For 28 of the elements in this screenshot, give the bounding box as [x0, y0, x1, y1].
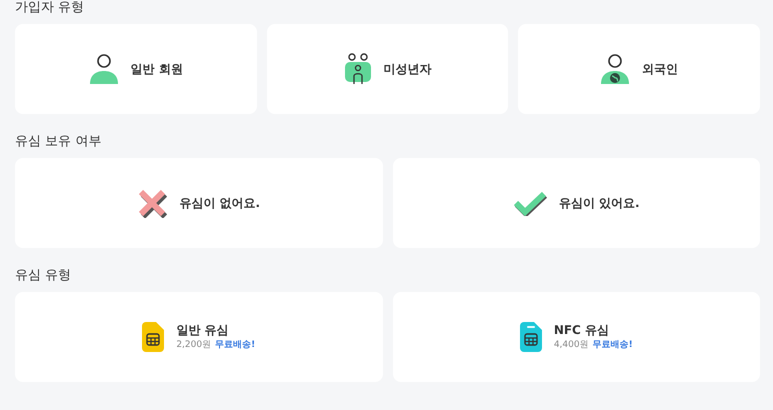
- sim-card-icon: [142, 322, 164, 352]
- family-icon: [344, 53, 372, 85]
- option-card[interactable]: 일반 회원: [15, 24, 257, 114]
- person-icon: [88, 53, 119, 85]
- price-text: 4,400원: [554, 339, 589, 352]
- option-label: 일반 회원: [130, 61, 183, 78]
- section-title: 유심 보유 여부: [15, 134, 102, 150]
- cross-icon: [137, 188, 168, 218]
- option-card[interactable]: 미성년자: [266, 24, 508, 114]
- option-card[interactable]: 외국인: [518, 24, 760, 114]
- option-label: NFC 유심: [554, 322, 610, 340]
- option-card[interactable]: 유심이 없어요.: [15, 158, 382, 248]
- option-label: 일반 유심: [176, 322, 230, 340]
- option-card[interactable]: NFC 유심 4,400원 무료배송!: [392, 292, 760, 382]
- sim-card-icon: [520, 322, 542, 352]
- person-globe-icon: [600, 53, 630, 85]
- option-label: 외국인: [642, 61, 678, 78]
- free-shipping-text: 무료배송!: [592, 339, 633, 352]
- option-card[interactable]: 일반 유심 2,200원 무료배송!: [15, 292, 382, 382]
- check-icon: [512, 190, 547, 216]
- price-text: 2,200원: [176, 339, 212, 352]
- option-card[interactable]: 유심이 있어요.: [392, 158, 760, 248]
- free-shipping-text: 무료배송!: [215, 339, 256, 352]
- section-title: 유심 유형: [15, 268, 72, 284]
- section-title: 가입자 유형: [15, 0, 86, 16]
- option-label: 유심이 있어요.: [558, 195, 640, 212]
- option-label: 유심이 없어요.: [179, 195, 260, 212]
- option-label: 미성년자: [384, 61, 432, 78]
